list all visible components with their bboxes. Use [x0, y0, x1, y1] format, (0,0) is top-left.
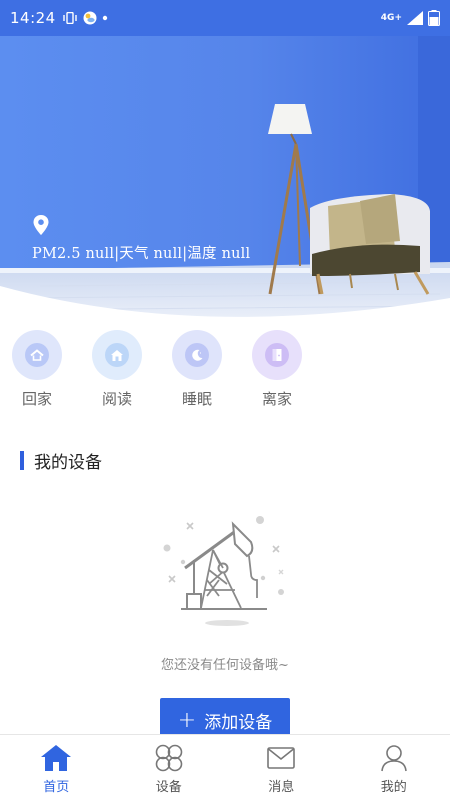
- tab-messages-label: 消息: [268, 780, 295, 795]
- tab-devices-label: 设备: [155, 780, 182, 795]
- battery-icon: [428, 10, 440, 26]
- weather-summary: PM2.5 null|天气 null|温度 null: [32, 246, 251, 262]
- scene-away[interactable]: 离家: [247, 330, 307, 409]
- home-tab-icon: [41, 745, 72, 771]
- door-icon: [265, 343, 289, 367]
- book-house-icon: [105, 343, 129, 367]
- scene-away-circle: [252, 330, 302, 380]
- scene-away-label: 离家: [261, 390, 292, 408]
- tab-home-label: 首页: [43, 780, 70, 795]
- message-tab-icon: [267, 747, 296, 769]
- scene-home-circle: [12, 330, 62, 380]
- scene-read[interactable]: 阅读: [87, 330, 147, 409]
- tab-home[interactable]: 首页: [0, 735, 113, 800]
- living-room-illustration: [0, 36, 450, 326]
- devices-tab-icon: [155, 744, 183, 772]
- moon-icon: [185, 343, 209, 367]
- plus-icon: +: [177, 707, 197, 733]
- vibrate-icon: [63, 12, 77, 24]
- status-bar: 14:24 4G+: [0, 0, 450, 36]
- scene-shortcuts: 回家 阅读 睡眠 离家: [0, 330, 450, 420]
- scene-sleep-circle: [172, 330, 222, 380]
- weather-notification-icon: [83, 11, 97, 25]
- empty-devices-illustration: [163, 516, 284, 626]
- bottom-tab-bar: 首页 设备 消息 我的: [0, 734, 450, 800]
- scene-sleep-label: 睡眠: [181, 390, 212, 408]
- scene-read-label: 阅读: [101, 390, 132, 408]
- network-label: 4G+: [380, 12, 402, 23]
- empty-devices-text: 您还没有任何设备哦~: [161, 658, 289, 673]
- tab-devices[interactable]: 设备: [113, 735, 226, 800]
- status-time: 14:24: [10, 9, 56, 27]
- signal-icon: [407, 11, 423, 25]
- dot-icon: [102, 15, 107, 21]
- hero-banner: PM2.5 null|天气 null|温度 null: [0, 36, 450, 326]
- tab-profile[interactable]: 我的: [338, 735, 450, 800]
- scene-read-circle: [92, 330, 142, 380]
- add-device-label: 添加设备: [204, 712, 273, 733]
- home-icon: [25, 343, 49, 367]
- profile-tab-icon: [380, 745, 407, 772]
- tab-profile-label: 我的: [380, 780, 407, 795]
- section-accent-bar: [20, 451, 24, 470]
- scene-sleep[interactable]: 睡眠: [167, 330, 227, 409]
- my-devices-header: 我的设备: [20, 448, 102, 473]
- scene-home[interactable]: 回家: [7, 330, 67, 409]
- section-title: 我的设备: [34, 453, 102, 473]
- location-pin-icon: [33, 215, 49, 235]
- tab-messages[interactable]: 消息: [225, 735, 338, 800]
- scene-home-label: 回家: [21, 390, 52, 408]
